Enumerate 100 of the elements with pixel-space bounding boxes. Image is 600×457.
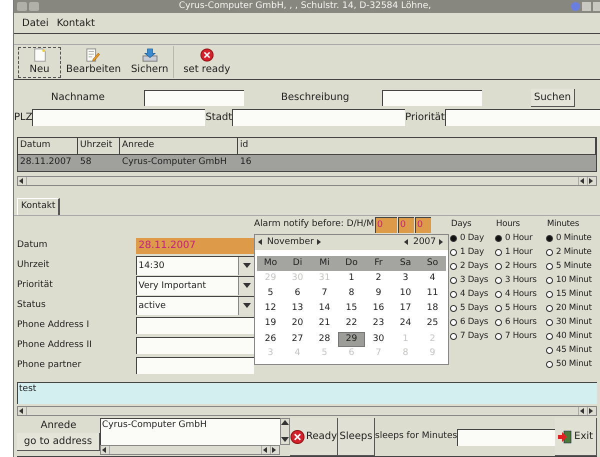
calendar-day[interactable]: 27: [284, 332, 311, 348]
calendar-day[interactable]: 7: [311, 286, 338, 301]
text-field[interactable]: [32, 108, 206, 126]
calendar-day[interactable]: 24: [392, 316, 419, 331]
radio-option[interactable]: 0 Hour: [495, 232, 546, 246]
text-field[interactable]: [382, 90, 482, 106]
radio-option[interactable]: 2 Minute: [546, 246, 598, 260]
radio-option[interactable]: 30 Minut: [546, 316, 598, 330]
column-header[interactable]: Datum: [18, 138, 78, 154]
radio-option[interactable]: 15 Minut: [546, 288, 598, 302]
radio-option[interactable]: 3 Days: [450, 274, 495, 288]
radio-option[interactable]: 6 Days: [450, 316, 495, 330]
radio-option[interactable]: 3 Hours: [495, 274, 546, 288]
exit-button[interactable]: Exit: [555, 418, 597, 456]
calendar-day[interactable]: 30: [365, 332, 392, 348]
text-field[interactable]: [136, 317, 254, 334]
radio-option[interactable]: 5 Hours: [495, 302, 546, 316]
sleeps-button[interactable]: Sleeps: [338, 418, 375, 456]
left-arrow-icon[interactable]: [18, 177, 26, 186]
radio-option[interactable]: 5 Minute: [546, 260, 598, 274]
calendar-day[interactable]: 14: [311, 302, 338, 316]
column-header[interactable]: Uhrzeit: [78, 138, 120, 154]
calendar-day[interactable]: 13: [284, 302, 311, 316]
vertical-scrollbar[interactable]: [280, 418, 290, 446]
calendar-day[interactable]: 26: [257, 332, 284, 348]
calendar-day[interactable]: 22: [338, 316, 365, 331]
calendar-day[interactable]: 5: [257, 286, 284, 301]
menu-item[interactable]: Kontakt: [56, 16, 95, 31]
calendar-day[interactable]: 20: [284, 316, 311, 331]
radio-option[interactable]: 6 Hours: [495, 316, 546, 330]
left-arrow-icon[interactable]: [257, 238, 265, 246]
calendar-day[interactable]: 17: [392, 302, 419, 316]
calendar-day[interactable]: 19: [257, 316, 284, 331]
horizontal-scrollbar[interactable]: [17, 176, 597, 186]
radio-option[interactable]: 1 Day: [450, 246, 495, 260]
toolbar-button[interactable]: Sichern: [126, 46, 174, 78]
calendar-day[interactable]: 10: [392, 286, 419, 301]
menu-item[interactable]: Datei: [22, 16, 49, 31]
radio-option[interactable]: 2 Hours: [495, 260, 546, 274]
down-arrow-icon[interactable]: [281, 436, 289, 444]
left-arrow-icon[interactable]: [101, 446, 109, 454]
calendar-day[interactable]: 16: [365, 302, 392, 316]
column-header[interactable]: Anrede: [120, 138, 238, 154]
calendar-day[interactable]: 3: [392, 272, 419, 286]
go-to-address-button[interactable]: go to address: [17, 433, 100, 452]
text-field[interactable]: [232, 108, 406, 126]
radio-option[interactable]: 7 Hours: [495, 330, 546, 344]
left-arrow-icon[interactable]: [579, 177, 587, 186]
calendar-day[interactable]: 28: [311, 332, 338, 348]
calendar-day[interactable]: 1: [338, 272, 365, 286]
calendar-day[interactable]: 23: [365, 316, 392, 331]
tab[interactable]: Kontakt: [17, 198, 60, 215]
radio-option[interactable]: 0 Minute: [546, 232, 598, 246]
calendar-day[interactable]: 4: [419, 272, 446, 286]
calendar-day[interactable]: 21: [311, 316, 338, 331]
text-field[interactable]: [136, 337, 254, 354]
column-header[interactable]: id: [238, 138, 596, 154]
table-row[interactable]: 28.11.2007 58 Cyrus-Computer GmbH 16: [18, 155, 596, 172]
notes-field[interactable]: test: [17, 382, 597, 404]
up-arrow-icon[interactable]: [281, 419, 289, 428]
address-text-area[interactable]: Cyrus-Computer GmbH: [100, 418, 280, 446]
radio-option[interactable]: 50 Minut: [546, 358, 598, 372]
left-arrow-icon[interactable]: [262, 446, 270, 454]
radio-option[interactable]: 7 Days: [450, 330, 495, 344]
radio-option[interactable]: 20 Minut: [546, 302, 598, 316]
calendar-day[interactable]: 25: [419, 316, 446, 331]
dropdown[interactable]: Very Important: [136, 276, 254, 296]
calendar-day[interactable]: 8: [338, 286, 365, 301]
horizontal-scrollbar[interactable]: [17, 406, 597, 416]
toolbar-button[interactable]: Bearbeiten: [61, 46, 126, 78]
radio-option[interactable]: 5 Days: [450, 302, 495, 316]
calendar-day[interactable]: 18: [419, 302, 446, 316]
radio-option[interactable]: 4 Days: [450, 288, 495, 302]
radio-option[interactable]: 45 Minut: [546, 344, 598, 358]
text-field[interactable]: [144, 90, 244, 106]
left-arrow-icon[interactable]: [18, 407, 26, 416]
radio-option[interactable]: 2 Days: [450, 260, 495, 274]
toolbar-button[interactable]: Neu: [18, 46, 61, 78]
dropdown[interactable]: active: [136, 296, 254, 316]
text-field[interactable]: [457, 428, 556, 446]
ready-button[interactable]: Ready: [290, 418, 338, 456]
calendar-day[interactable]: 11: [419, 286, 446, 301]
dropdown[interactable]: 14:30: [136, 256, 254, 276]
horizontal-scrollbar[interactable]: [100, 445, 280, 456]
radio-option[interactable]: 1 Hour: [495, 246, 546, 260]
calendar-day[interactable]: 9: [365, 286, 392, 301]
calendar-day[interactable]: 15: [338, 302, 365, 316]
text-field[interactable]: [136, 357, 254, 374]
radio-option[interactable]: 0 Day: [450, 232, 495, 246]
left-arrow-icon[interactable]: [579, 407, 587, 416]
radio-option[interactable]: 40 Minut: [546, 330, 598, 344]
calendar-day[interactable]: 2: [365, 272, 392, 286]
text-field[interactable]: [444, 108, 600, 126]
radio-option[interactable]: 4 Hours: [495, 288, 546, 302]
toolbar-button[interactable]: set ready: [178, 46, 236, 78]
calendar-day[interactable]: 6: [284, 286, 311, 301]
calendar-day[interactable]: 29: [338, 332, 365, 348]
radio-option[interactable]: 10 Minut: [546, 274, 598, 288]
search-button[interactable]: Suchen: [531, 88, 576, 107]
calendar-day[interactable]: 12: [257, 302, 284, 316]
